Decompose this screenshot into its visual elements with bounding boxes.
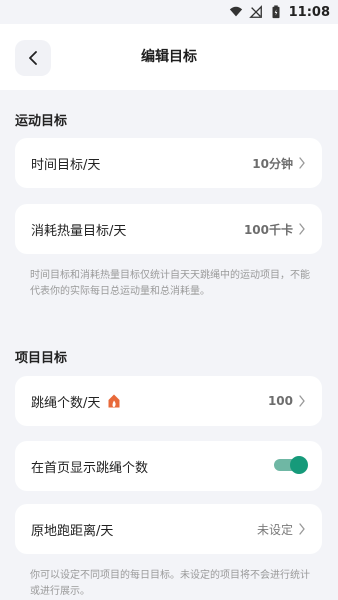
battery-icon xyxy=(272,5,280,19)
time-goal-label: 时间目标/天 xyxy=(31,157,101,173)
signal-icon xyxy=(248,5,262,18)
jump-count-row[interactable]: 跳绳个数/天 100 xyxy=(15,376,322,426)
flame-icon xyxy=(108,394,120,408)
calorie-goal-label: 消耗热量目标/天 xyxy=(31,223,127,239)
section-title-exercise-goals: 运动目标 xyxy=(15,114,68,129)
chevron-right-icon xyxy=(299,523,305,535)
run-in-place-row[interactable]: 原地跑距离/天 未设定 xyxy=(15,504,322,554)
show-on-home-row: 在首页显示跳绳个数 xyxy=(15,441,322,491)
run-in-place-label: 原地跑距离/天 xyxy=(31,523,114,539)
show-on-home-toggle[interactable] xyxy=(274,456,308,474)
jump-count-label: 跳绳个数/天 xyxy=(31,395,101,411)
time-goal-row[interactable]: 时间目标/天 10分钟 xyxy=(15,138,322,188)
chevron-right-icon xyxy=(299,395,305,407)
item-goals-note: 你可以设定不同项目的每日目标。未设定的项目将不会进行统计或进行展示。 xyxy=(30,570,310,597)
header: 编辑目标 xyxy=(0,24,338,90)
run-in-place-value: 未设定 xyxy=(256,522,293,537)
show-on-home-label: 在首页显示跳绳个数 xyxy=(31,460,149,476)
section-title-item-goals: 项目目标 xyxy=(15,351,68,366)
calorie-goal-value: 100千卡 xyxy=(243,222,293,237)
jump-count-value: 100 xyxy=(267,394,293,408)
chevron-right-icon xyxy=(299,157,305,169)
clock: 11:08 xyxy=(288,4,330,20)
page-title: 编辑目标 xyxy=(141,49,197,65)
time-goal-value: 10分钟 xyxy=(252,156,293,171)
toggle-knob xyxy=(290,456,308,474)
wifi-icon xyxy=(229,6,242,17)
status-bar: 11:08 xyxy=(0,0,338,24)
calorie-goal-row[interactable]: 消耗热量目标/天 100千卡 xyxy=(15,204,322,254)
exercise-goals-note: 时间目标和消耗热量目标仅统计自天天跳绳中的运动项目，不能代表你的实际每日总运动量… xyxy=(30,270,310,297)
chevron-right-icon xyxy=(299,223,305,235)
